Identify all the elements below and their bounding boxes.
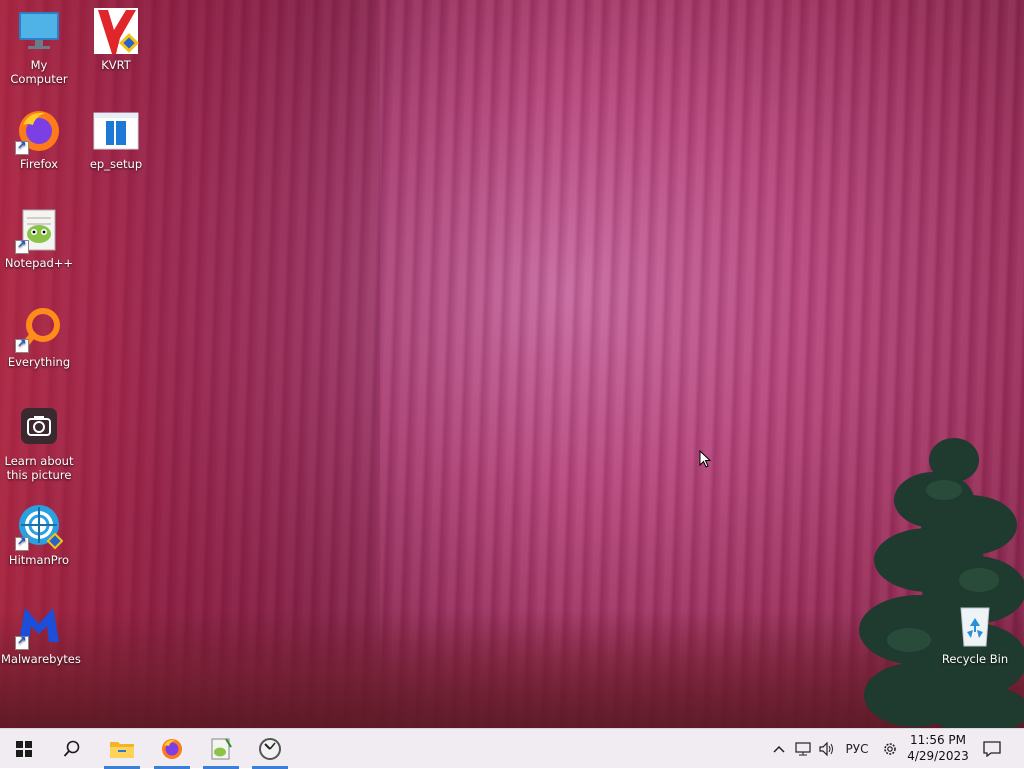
search-icon (63, 740, 80, 757)
tray-network[interactable] (792, 729, 814, 769)
installer-window-icon (93, 112, 139, 150)
shortcut-arrow-icon (15, 535, 29, 551)
desktop-icon-label: HitmanPro (8, 553, 70, 567)
shortcut-arrow-icon (15, 139, 29, 155)
desktop-icon-ep-setup[interactable]: ep_setup (78, 107, 154, 171)
tray-language-indicator[interactable]: РУС (842, 729, 872, 769)
desktop-icon-label: Everything (7, 355, 71, 369)
tray-overflow-chevron[interactable] (768, 729, 790, 769)
file-explorer-icon (110, 742, 134, 758)
desktop-icon-label: My Computer (10, 58, 68, 86)
desktop[interactable]: My Computer KVRT Firefox (0, 0, 1024, 728)
language-label: РУС (845, 742, 869, 756)
taskbar: РУС 11:56 PM 4/29/2023 (0, 728, 1024, 769)
start-button[interactable] (2, 729, 46, 769)
taskbar-file-explorer[interactable] (100, 729, 144, 769)
gear-icon (884, 743, 896, 755)
camera-icon (21, 408, 57, 444)
shortcut-arrow-icon (15, 634, 29, 650)
notification-icon (983, 741, 1001, 757)
desktop-icon-firefox[interactable]: Firefox (1, 107, 77, 171)
taskbar-clock-app[interactable] (248, 729, 292, 769)
kaspersky-icon (94, 8, 139, 54)
desktop-icon-label: Learn about this picture (4, 454, 74, 482)
clock-date: 4/29/2023 (907, 749, 969, 763)
chevron-up-icon (773, 745, 785, 753)
desktop-icon-label: Malwarebytes (1, 652, 81, 666)
action-center-button[interactable] (978, 729, 1006, 769)
desktop-icon-notepad-plus-plus[interactable]: Notepad++ (1, 206, 77, 270)
firefox-icon (162, 739, 182, 759)
recycle-bin-icon (960, 607, 990, 647)
desktop-icon-hitmanpro[interactable]: HitmanPro (1, 503, 77, 567)
desktop-icon-my-computer[interactable]: My Computer (1, 8, 77, 86)
tray-settings[interactable] (878, 729, 902, 769)
network-icon (795, 742, 811, 756)
monitor-icon (19, 12, 59, 49)
desktop-icon-malwarebytes[interactable]: Malwarebytes (1, 602, 81, 666)
windows-start-icon (16, 741, 32, 757)
mouse-cursor-icon (699, 450, 711, 468)
desktop-icon-label: Firefox (19, 157, 59, 171)
wallpaper-tree (859, 438, 1024, 728)
tray-volume[interactable] (816, 729, 838, 769)
taskbar-notepad-plus-plus[interactable] (199, 729, 243, 769)
desktop-icon-learn-about-picture[interactable]: Learn about this picture (1, 404, 77, 482)
clock-app-icon (259, 738, 281, 760)
desktop-icon-recycle-bin[interactable]: Recycle Bin (937, 602, 1013, 666)
desktop-icon-label: Recycle Bin (941, 652, 1009, 666)
desktop-icon-kvrt[interactable]: KVRT (78, 8, 154, 72)
desktop-icon-label: KVRT (101, 58, 131, 72)
desktop-icon-everything[interactable]: Everything (1, 305, 77, 369)
desktop-icon-label: Notepad++ (4, 256, 74, 270)
desktop-icon-label: ep_setup (89, 157, 143, 171)
volume-icon (819, 742, 833, 756)
clock-time: 11:56 PM (910, 733, 966, 747)
shortcut-arrow-icon (15, 238, 29, 254)
shortcut-arrow-icon (15, 337, 29, 353)
notepad-plus-plus-icon (211, 738, 232, 760)
search-button[interactable] (50, 729, 94, 769)
taskbar-clock[interactable]: 11:56 PM 4/29/2023 (906, 732, 970, 764)
taskbar-firefox[interactable] (150, 729, 194, 769)
